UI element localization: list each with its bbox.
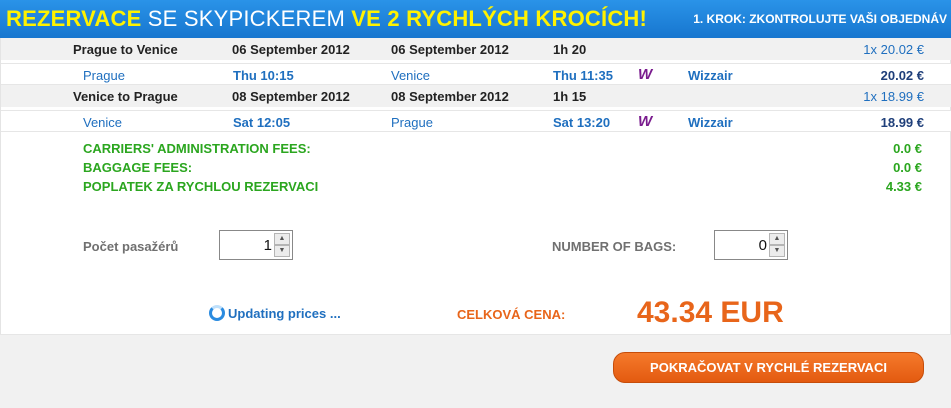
leg-price: 18.99 € [880, 115, 924, 130]
fee-value-quick-booking: 4.33 € [885, 179, 922, 194]
fee-label-baggage: BAGGAGE FEES: [83, 160, 193, 175]
stepper-up-icon[interactable]: ▲ [769, 233, 785, 245]
flight-arrival-date: 08 September 2012 [391, 89, 509, 104]
refresh-spinner-icon [209, 305, 225, 321]
continue-booking-button[interactable]: POKRAČOVAT V RYCHLÉ REZERVACI [613, 352, 924, 383]
total-price-value: 43.34 EUR [637, 296, 784, 329]
page-title: REZERVACE SE SKYPICKEREM VE 2 RYCHLÝCH K… [6, 6, 647, 32]
passengers-stepper-arrows[interactable]: ▲ ▼ [274, 233, 290, 257]
passengers-label: Počet pasažérů [83, 239, 179, 254]
leg-origin: Venice [83, 115, 123, 130]
fee-value-admin: 0.0 € [893, 141, 922, 156]
leg-arrival-time: Sat 13:20 [553, 115, 611, 130]
wizzair-logo-icon: W [638, 66, 653, 83]
total-price-label: CELKOVÁ CENA: [457, 307, 566, 322]
title-highlight-2: VE 2 RYCHLÝCH KROCÍCH! [351, 6, 648, 31]
leg-carrier: Wizzair [688, 68, 733, 83]
flight-duration: 1h 20 [553, 42, 587, 57]
leg-departure-time: Sat 12:05 [233, 115, 291, 130]
updating-text: Updating prices ... [228, 306, 341, 321]
title-highlight-1: REZERVACE [6, 6, 142, 31]
flight-arrival-date: 06 September 2012 [391, 42, 509, 57]
leg-destination: Venice [391, 68, 431, 83]
booking-content: Prague to Venice 06 September 2012 06 Se… [0, 38, 951, 334]
step-indicator: 1. KROK: ZKONTROLUJTE VAŠI OBJEDNÁV [693, 12, 947, 26]
leg-carrier: Wizzair [688, 115, 733, 130]
flight-leg-row: Venice Sat 12:05 Prague Sat 13:20 W Wizz… [1, 110, 951, 132]
flight-price: 1x 20.02 € [863, 42, 924, 57]
bags-value[interactable]: 0 [759, 237, 767, 254]
stepper-up-icon[interactable]: ▲ [274, 233, 290, 245]
passengers-value[interactable]: 1 [264, 237, 272, 254]
flight-summary-row: Prague to Venice 06 September 2012 06 Se… [1, 38, 951, 60]
leg-origin: Prague [83, 68, 125, 83]
leg-departure-time: Thu 10:15 [233, 68, 294, 83]
header-bar: REZERVACE SE SKYPICKEREM VE 2 RYCHLÝCH K… [0, 0, 951, 38]
bags-stepper-arrows[interactable]: ▲ ▼ [769, 233, 785, 257]
bags-stepper[interactable]: 0 ▲ ▼ [714, 230, 788, 260]
flight-price: 1x 18.99 € [863, 89, 924, 104]
flight-departure-date: 08 September 2012 [232, 89, 350, 104]
stepper-down-icon[interactable]: ▼ [769, 245, 785, 257]
flight-departure-date: 06 September 2012 [232, 42, 350, 57]
flight-leg-row: Prague Thu 10:15 Venice Thu 11:35 W Wizz… [1, 63, 951, 85]
flight-duration: 1h 15 [553, 89, 587, 104]
title-regular: SE SKYPICKEREM [141, 6, 352, 31]
leg-destination: Prague [391, 115, 433, 130]
bags-label: NUMBER OF BAGS: [552, 239, 677, 254]
leg-arrival-time: Thu 11:35 [553, 68, 613, 83]
fee-label-quick-booking: POPLATEK ZA RYCHLOU REZERVACI [83, 179, 319, 194]
stepper-down-icon[interactable]: ▼ [274, 245, 290, 257]
passengers-stepper[interactable]: 1 ▲ ▼ [219, 230, 293, 260]
fee-value-baggage: 0.0 € [893, 160, 922, 175]
flight-summary-row: Venice to Prague 08 September 2012 08 Se… [1, 85, 951, 107]
wizzair-logo-icon: W [638, 113, 653, 130]
fee-label-admin: CARRIERS' ADMINISTRATION FEES: [83, 141, 311, 156]
flight-route: Venice to Prague [73, 89, 178, 104]
flight-route: Prague to Venice [73, 42, 178, 57]
leg-price: 20.02 € [880, 68, 924, 83]
updating-status: Updating prices ... [209, 305, 341, 321]
